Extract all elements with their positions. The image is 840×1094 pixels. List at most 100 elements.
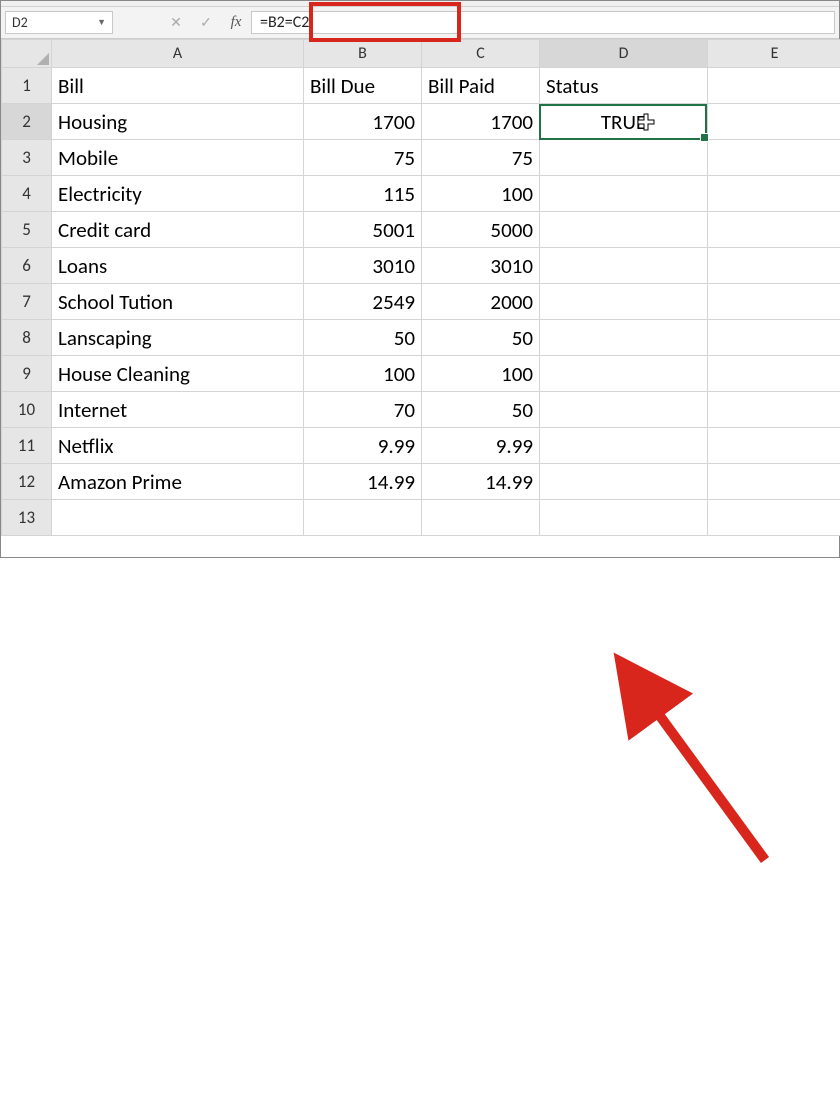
cell-A12[interactable]: Amazon Prime <box>52 464 304 500</box>
cell-A13[interactable] <box>52 500 304 536</box>
row-header[interactable]: 8 <box>2 320 52 356</box>
cell-A4[interactable]: Electricity <box>52 176 304 212</box>
cell-B1[interactable]: Bill Due <box>304 68 422 104</box>
cell-D11[interactable] <box>540 428 708 464</box>
cell-A9[interactable]: House Cleaning <box>52 356 304 392</box>
col-header-B[interactable]: B <box>304 40 422 68</box>
cell-A11[interactable]: Netflix <box>52 428 304 464</box>
row-header[interactable]: 2 <box>2 104 52 140</box>
cell-E5[interactable] <box>708 212 840 248</box>
cell-D3[interactable] <box>540 140 708 176</box>
cell-E12[interactable] <box>708 464 840 500</box>
cell-C8[interactable]: 50 <box>422 320 540 356</box>
cell-B4[interactable]: 115 <box>304 176 422 212</box>
cell-C11[interactable]: 9.99 <box>422 428 540 464</box>
row-header[interactable]: 9 <box>2 356 52 392</box>
table-row: 6 Loans 3010 3010 <box>2 248 840 284</box>
cell-B12[interactable]: 14.99 <box>304 464 422 500</box>
row-header[interactable]: 1 <box>2 68 52 104</box>
name-box[interactable]: D2 ▼ <box>5 11 113 34</box>
cell-C4[interactable]: 100 <box>422 176 540 212</box>
row-header[interactable]: 3 <box>2 140 52 176</box>
cell-B6[interactable]: 3010 <box>304 248 422 284</box>
cell-E2[interactable] <box>708 104 840 140</box>
cell-B2[interactable]: 1700 <box>304 104 422 140</box>
fx-icon[interactable]: fx <box>221 7 251 38</box>
cell-A7[interactable]: School Tution <box>52 284 304 320</box>
accept-icon[interactable]: ✓ <box>191 7 221 38</box>
cell-A2[interactable]: Housing <box>52 104 304 140</box>
table-row: 2 Housing 1700 1700 TRUE <box>2 104 840 140</box>
cancel-icon[interactable]: ✕ <box>161 7 191 38</box>
cell-C9[interactable]: 100 <box>422 356 540 392</box>
col-header-E[interactable]: E <box>708 40 840 68</box>
cell-D1[interactable]: Status <box>540 68 708 104</box>
cell-D2[interactable]: TRUE <box>540 104 708 140</box>
cell-C5[interactable]: 5000 <box>422 212 540 248</box>
cell-A3[interactable]: Mobile <box>52 140 304 176</box>
cell-A10[interactable]: Internet <box>52 392 304 428</box>
cell-D7[interactable] <box>540 284 708 320</box>
cell-D9[interactable] <box>540 356 708 392</box>
table-row: 11 Netflix 9.99 9.99 <box>2 428 840 464</box>
select-all-corner[interactable] <box>2 40 52 68</box>
cell-E7[interactable] <box>708 284 840 320</box>
cell-A1[interactable]: Bill <box>52 68 304 104</box>
cell-A5[interactable]: Credit card <box>52 212 304 248</box>
annotation-arrow <box>1 536 840 1094</box>
col-header-D[interactable]: D <box>540 40 708 68</box>
cell-B13[interactable] <box>304 500 422 536</box>
cell-A6[interactable]: Loans <box>52 248 304 284</box>
cell-D5[interactable] <box>540 212 708 248</box>
col-header-C[interactable]: C <box>422 40 540 68</box>
cell-B10[interactable]: 70 <box>304 392 422 428</box>
cell-B8[interactable]: 50 <box>304 320 422 356</box>
cell-C10[interactable]: 50 <box>422 392 540 428</box>
row-header[interactable]: 5 <box>2 212 52 248</box>
cell-D13[interactable] <box>540 500 708 536</box>
cell-E10[interactable] <box>708 392 840 428</box>
row-header[interactable]: 7 <box>2 284 52 320</box>
cell-E6[interactable] <box>708 248 840 284</box>
cell-D12[interactable] <box>540 464 708 500</box>
row-header[interactable]: 10 <box>2 392 52 428</box>
cell-E8[interactable] <box>708 320 840 356</box>
cell-D10[interactable] <box>540 392 708 428</box>
row-header[interactable]: 12 <box>2 464 52 500</box>
cell-C13[interactable] <box>422 500 540 536</box>
cell-E13[interactable] <box>708 500 840 536</box>
cell-E3[interactable] <box>708 140 840 176</box>
formula-text: =B2=C2 <box>260 13 309 32</box>
cell-C6[interactable]: 3010 <box>422 248 540 284</box>
spreadsheet-grid[interactable]: A B C D E 1 Bill Bill Due Bill Paid Stat… <box>1 39 839 536</box>
cell-C1[interactable]: Bill Paid <box>422 68 540 104</box>
cell-D4[interactable] <box>540 176 708 212</box>
cell-D6[interactable] <box>540 248 708 284</box>
cell-E11[interactable] <box>708 428 840 464</box>
cell-D8[interactable] <box>540 320 708 356</box>
table-row: 1 Bill Bill Due Bill Paid Status <box>2 68 840 104</box>
cell-C3[interactable]: 75 <box>422 140 540 176</box>
cell-B11[interactable]: 9.99 <box>304 428 422 464</box>
cell-C7[interactable]: 2000 <box>422 284 540 320</box>
name-box-value: D2 <box>12 14 28 31</box>
cell-C12[interactable]: 14.99 <box>422 464 540 500</box>
table-row: 8 Lanscaping 50 50 <box>2 320 840 356</box>
cell-B3[interactable]: 75 <box>304 140 422 176</box>
row-header[interactable]: 11 <box>2 428 52 464</box>
row-header[interactable]: 4 <box>2 176 52 212</box>
cell-E4[interactable] <box>708 176 840 212</box>
cell-B7[interactable]: 2549 <box>304 284 422 320</box>
cell-E9[interactable] <box>708 356 840 392</box>
col-header-A[interactable]: A <box>52 40 304 68</box>
cell-C2[interactable]: 1700 <box>422 104 540 140</box>
sheet-table[interactable]: A B C D E 1 Bill Bill Due Bill Paid Stat… <box>1 39 840 536</box>
row-header[interactable]: 6 <box>2 248 52 284</box>
formula-input[interactable]: =B2=C2 <box>251 11 835 34</box>
row-header[interactable]: 13 <box>2 500 52 536</box>
cell-E1[interactable] <box>708 68 840 104</box>
cell-B5[interactable]: 5001 <box>304 212 422 248</box>
cell-A8[interactable]: Lanscaping <box>52 320 304 356</box>
cell-B9[interactable]: 100 <box>304 356 422 392</box>
chevron-down-icon[interactable]: ▼ <box>97 17 106 28</box>
